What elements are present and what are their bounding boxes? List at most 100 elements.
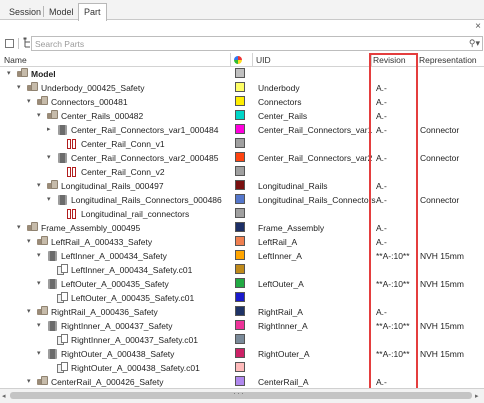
color-swatch[interactable] [235, 96, 245, 106]
collapse-icon[interactable]: ▾ [47, 153, 55, 161]
search-box[interactable]: ⚲▾ [31, 36, 483, 51]
color-swatch[interactable] [235, 152, 245, 162]
color-swatch[interactable] [235, 208, 245, 218]
color-swatch[interactable] [235, 180, 245, 190]
search-input[interactable] [35, 38, 455, 49]
column-divider[interactable] [252, 53, 253, 67]
tree-row[interactable]: ▾ RightRail_A_000436_Safety RightRail_A A.- [0, 305, 484, 319]
collapse-icon[interactable]: ▾ [37, 181, 45, 189]
tree-row[interactable]: ▾ Longitudinal_Rails_Connectors_000486 Lon… [0, 193, 484, 207]
collapse-icon[interactable]: ▾ [47, 195, 55, 203]
row-name: Center_Rail_Conn_v1 [81, 139, 165, 149]
tree-row[interactable]: ▾ LeftInner_A_000434_Safety LeftInner_A **A… [0, 249, 484, 263]
scroll-left-icon[interactable]: ◂ [2, 392, 6, 400]
expand-icon[interactable]: ▸ [47, 125, 55, 133]
scroll-right-icon[interactable]: ▸ [475, 392, 479, 400]
color-swatch[interactable] [235, 264, 245, 274]
tree-row[interactable]: ▾ LeftRail_A_000433_Safety LeftRail_A A.- [0, 235, 484, 249]
column-divider[interactable] [371, 53, 372, 67]
collapse-icon[interactable]: ▾ [7, 69, 15, 77]
column-divider[interactable] [416, 53, 417, 67]
tree-row[interactable]: ▾ Model [0, 67, 484, 81]
tree-row[interactable]: ▾ Longitudinal_Rails_000497 Longitudinal_R… [0, 179, 484, 193]
tree-row[interactable]: ▾ Center_Rail_Connectors_var2_000485 Cente… [0, 151, 484, 165]
color-swatch[interactable] [235, 166, 245, 176]
tree-row[interactable]: ▾ LeftOuter_A_000435_Safety LeftOuter_A **A… [0, 277, 484, 291]
color-swatch[interactable] [235, 236, 245, 246]
collapse-icon[interactable]: ▾ [27, 97, 35, 105]
row-name: LeftInner_A_000434_Safety.c01 [71, 265, 193, 275]
color-swatch[interactable] [235, 110, 245, 120]
tree-row[interactable]: LeftInner_A_000434_Safety.c01 [0, 263, 484, 277]
column-uid[interactable]: UID [256, 55, 271, 65]
tree-row[interactable]: RightOuter_A_000438_Safety.c01 [0, 361, 484, 375]
tree-row[interactable]: Longitudinal_rail_connectors [0, 207, 484, 221]
tree-row[interactable]: ▾ Connectors_000481 Connectors A.- [0, 95, 484, 109]
tree-row[interactable]: ▾ Underbody_000425_Safety Underbody A.- [0, 81, 484, 95]
color-swatch[interactable] [235, 68, 245, 78]
tab-model[interactable]: Model [44, 4, 79, 20]
row-name: LeftOuter_A_000435_Safety.c01 [71, 293, 195, 303]
column-representation[interactable]: Representation [419, 55, 484, 65]
color-swatch[interactable] [235, 320, 245, 330]
collapse-icon[interactable]: ▾ [17, 83, 25, 91]
color-swatch[interactable] [235, 334, 245, 344]
collapse-icon[interactable]: ▾ [17, 223, 25, 231]
splitter-handle-icon[interactable]: ··· [233, 388, 245, 398]
tree-row[interactable]: LeftOuter_A_000435_Safety.c01 [0, 291, 484, 305]
collapse-icon[interactable]: ▾ [27, 237, 35, 245]
color-swatch[interactable] [235, 82, 245, 92]
part-icon [47, 320, 58, 331]
color-swatch[interactable] [235, 376, 245, 386]
color-wheel-icon[interactable] [234, 56, 242, 64]
color-swatch[interactable] [235, 194, 245, 204]
row-revision: **A-:10** [376, 321, 410, 331]
horizontal-scrollbar[interactable]: ◂ ··· ▸ [0, 388, 484, 403]
tree-row[interactable]: ▸ Center_Rail_Connectors_var1_000484 Cente… [0, 123, 484, 137]
collapse-icon[interactable]: ▾ [27, 377, 35, 385]
column-name[interactable]: Name [4, 55, 27, 65]
row-name: RightInner_A_000437_Safety [61, 321, 173, 331]
close-icon[interactable]: × [475, 21, 481, 32]
tree-row[interactable]: ▾ CenterRail_A_000426_Safety CenterRail_A A… [0, 375, 484, 387]
color-swatch[interactable] [235, 278, 245, 288]
tree-row[interactable]: ▾ RightOuter_A_000438_Safety RightOuter_A *… [0, 347, 484, 361]
collapse-icon[interactable]: ▾ [37, 279, 45, 287]
tree-row[interactable]: ▾ Center_Rails_000482 Center_Rails A.- [0, 109, 484, 123]
search-icon[interactable]: ⚲▾ [469, 38, 480, 49]
row-uid: Longitudinal_Rails_Connectors [258, 195, 376, 205]
select-all-checkbox[interactable] [5, 39, 14, 48]
color-swatch[interactable] [235, 222, 245, 232]
row-uid: Underbody [258, 83, 300, 93]
row-name: RightOuter_A_000438_Safety.c01 [71, 363, 200, 373]
color-swatch[interactable] [235, 138, 245, 148]
collapse-icon[interactable]: ▾ [27, 307, 35, 315]
color-swatch[interactable] [235, 348, 245, 358]
tree-row[interactable]: ▾ RightInner_A_000437_Safety RightInner_A *… [0, 319, 484, 333]
shell-icon [57, 264, 68, 275]
collapse-icon[interactable]: ▾ [37, 111, 45, 119]
tree-row[interactable]: ▾ Frame_Assembly_000495 Frame_Assembly A.- [0, 221, 484, 235]
color-swatch[interactable] [235, 292, 245, 302]
row-revision: A.- [376, 377, 387, 387]
color-swatch[interactable] [235, 306, 245, 316]
assembly-icon [27, 82, 38, 93]
part-icon [57, 152, 68, 163]
tree-row[interactable]: Center_Rail_Conn_v1 [0, 137, 484, 151]
color-swatch[interactable] [235, 362, 245, 372]
toolbar-divider [18, 38, 19, 49]
collapse-icon[interactable]: ▾ [37, 251, 45, 259]
row-revision: A.- [376, 181, 387, 191]
column-revision[interactable]: Revision [373, 55, 406, 65]
column-divider[interactable] [230, 53, 231, 67]
color-swatch[interactable] [235, 250, 245, 260]
tab-session[interactable]: Session [4, 4, 46, 20]
row-name: Underbody_000425_Safety [41, 83, 145, 93]
tree-row[interactable]: Center_Rail_Conn_v2 [0, 165, 484, 179]
collapse-icon[interactable]: ▾ [37, 349, 45, 357]
color-swatch[interactable] [235, 124, 245, 134]
collapse-icon[interactable]: ▾ [37, 321, 45, 329]
tab-part[interactable]: Part [78, 3, 107, 21]
tree-row[interactable]: RightInner_A_000437_Safety.c01 [0, 333, 484, 347]
row-name: LeftRail_A_000433_Safety [51, 237, 153, 247]
